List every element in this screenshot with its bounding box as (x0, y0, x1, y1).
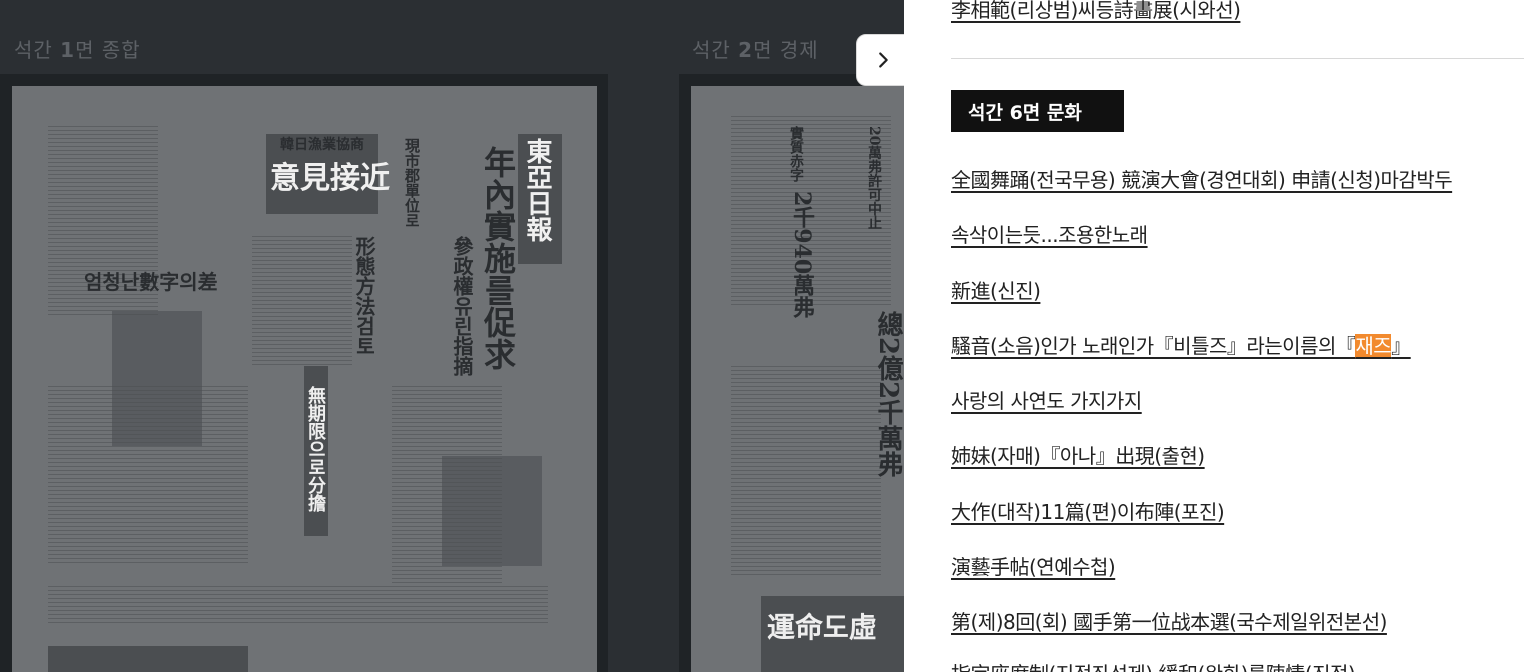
article-link[interactable]: 大作(대작)11篇(편)이布陣(포진) (951, 496, 1225, 525)
page-label-1: 석간 1면 종합 (14, 38, 141, 62)
divider (951, 58, 1524, 59)
article-link[interactable]: 第(제)8回(회) 國手第一位战本選(국수제일위전본선) (951, 606, 1387, 635)
newspaper-viewer: 석간 1면 종합 意見接近 韓日漁業協商 年內實施를促求 參政權유린指摘 形態方… (0, 0, 904, 672)
article-link[interactable]: 全國舞踊(전국무용) 競演大會(경연대회) 申請(신청)마감박두 (951, 164, 1453, 193)
article-link-highlighted[interactable]: 騷音(소음)인가 노래인가『비틀즈』라는이름의『재즈』 (951, 330, 1411, 359)
page-label-2: 석간 2면 경제 (692, 38, 819, 62)
newspaper-page-2[interactable]: 實質赤字 2千940萬弗 20萬弗許可中止 總2億2千萬弗 運命도虛 (691, 86, 904, 672)
article-link[interactable]: 李相範(리상범)씨등詩畵展(시와선) (951, 0, 1241, 23)
article-list-panel: 李相範(리상범)씨등詩畵展(시와선) 석간 6면 문화 全國舞踊(전국무용) 競… (904, 0, 1534, 672)
article-link[interactable]: 사랑의 사연도 가지가지 (951, 385, 1142, 414)
newspaper-page-1[interactable]: 意見接近 韓日漁業協商 年內實施를促求 參政權유린指摘 形態方法검토 엄청난數字… (12, 86, 597, 672)
article-link[interactable]: 演藝手帖(연예수첩) (951, 551, 1116, 580)
next-page-button[interactable] (856, 34, 904, 86)
article-link[interactable]: 속삭이는듯...조용한노래 (951, 219, 1148, 248)
section-tag: 석간 6면 문화 (951, 90, 1124, 132)
article-link[interactable]: 姉妹(자매)『아나』出現(출현) (951, 440, 1205, 469)
article-link[interactable]: 新進(신진) (951, 275, 1041, 304)
search-highlight: 재즈 (1355, 334, 1392, 358)
chevron-right-icon (879, 52, 888, 68)
article-link[interactable]: 指定座席制(지정좌석제) 緩和(완화)를陳情(진정) (951, 658, 1356, 672)
